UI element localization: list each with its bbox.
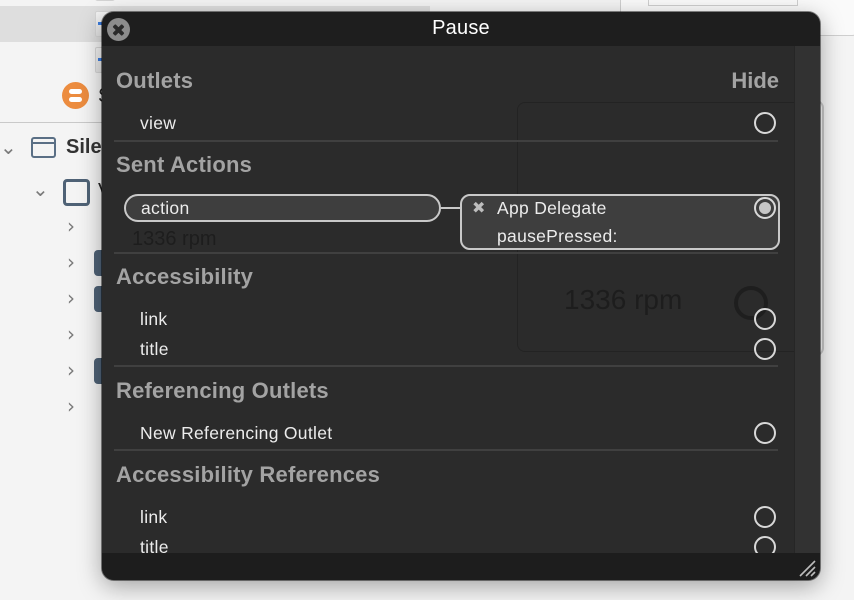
view-icon <box>63 179 90 206</box>
outlet-row-view-label: view <box>140 113 177 133</box>
accessibility-row-title-label: title <box>140 339 169 359</box>
chevron-down-icon[interactable]: ⌄ <box>32 177 49 201</box>
ghost-label-rpm: 1336 rpm <box>132 228 217 250</box>
chevron-right-icon[interactable]: › <box>67 250 75 274</box>
section-title-outlets: Outlets <box>116 68 194 93</box>
connection-circle-view[interactable] <box>754 112 776 134</box>
connection-circle-accessibility-link[interactable] <box>754 308 776 330</box>
popover-bottombar <box>102 553 820 580</box>
connection-circle-accessibility-title[interactable] <box>754 338 776 360</box>
disconnect-x-icon[interactable]: ✖ <box>472 198 485 217</box>
object-icon <box>62 82 89 109</box>
referencing-outlet-row-label: New Referencing Outlet <box>140 423 333 443</box>
connection-circle-accessibility-ref-link[interactable] <box>754 506 776 528</box>
outline-divider <box>0 122 110 123</box>
window-icon <box>31 137 56 158</box>
connection-circle-new-referencing-outlet[interactable] <box>754 422 776 444</box>
ghost-canvas-rpm: 1336 rpm <box>564 284 683 315</box>
sent-action-label: action <box>141 198 190 218</box>
section-divider <box>114 449 778 451</box>
chevron-right-icon[interactable]: › <box>67 322 75 346</box>
section-divider <box>114 140 778 142</box>
chevron-down-icon[interactable]: ⌄ <box>0 135 17 159</box>
resize-grip-icon[interactable] <box>798 559 816 577</box>
section-title-accessibility-references: Accessibility References <box>116 462 381 487</box>
chevron-right-icon[interactable]: › <box>67 286 75 310</box>
popover-title: Pause <box>432 17 490 39</box>
sent-action-pill[interactable]: action <box>124 194 441 222</box>
canvas-top-panel-inner <box>648 0 798 6</box>
chevron-right-icon[interactable]: › <box>67 358 75 382</box>
outline-top-item-frame <box>95 0 115 1</box>
connection-target-box[interactable]: ✖ App Delegate pausePressed: <box>460 194 780 250</box>
accessibility-row-link-label: link <box>140 309 168 329</box>
section-title-referencing-outlets: Referencing Outlets <box>116 378 329 403</box>
connection-target-name: App Delegate <box>497 198 607 218</box>
vertical-scrollbar[interactable] <box>794 46 820 566</box>
connection-target-method: pausePressed: <box>497 226 618 246</box>
chevron-right-icon[interactable]: › <box>67 394 75 418</box>
connection-line <box>441 207 461 209</box>
connection-circle-action-connected[interactable] <box>754 197 776 219</box>
accessibility-reference-row-link-label: link <box>140 507 168 527</box>
connections-popover: Pause 1336 rpm 1336 rpm Outlets Hide vie… <box>102 12 820 580</box>
connections-list: 1336 rpm 1336 rpm Outlets Hide view Sent… <box>102 46 794 566</box>
section-title-sent-actions: Sent Actions <box>116 152 253 177</box>
section-title-accessibility: Accessibility <box>116 264 254 289</box>
popover-titlebar: Pause <box>102 12 820 46</box>
hide-button[interactable]: Hide <box>731 68 779 94</box>
section-divider <box>114 365 778 367</box>
chevron-right-icon[interactable]: › <box>67 214 75 238</box>
section-divider <box>114 252 778 254</box>
